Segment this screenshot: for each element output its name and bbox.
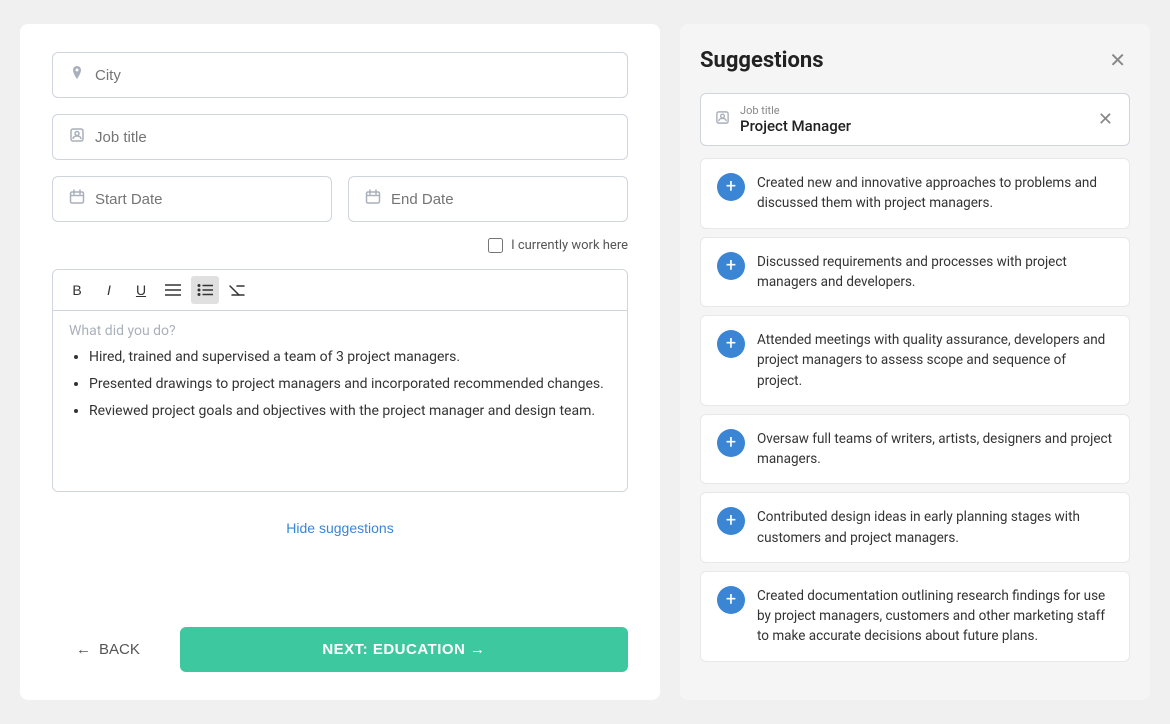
location-icon [69,65,85,85]
suggestion-item-0[interactable]: + Created new and innovative approaches … [700,158,1130,229]
suggestions-header: Suggestions ✕ [700,44,1130,77]
underline-button[interactable]: U [127,276,155,304]
hide-suggestions-button[interactable]: Hide suggestions [52,508,628,548]
bullet-1: Hired, trained and supervised a team of … [89,347,611,368]
end-date-field[interactable] [348,176,628,222]
start-date-field[interactable] [52,176,332,222]
left-panel: I currently work here B I U [20,24,660,700]
clear-format-button[interactable] [223,276,251,304]
currently-work-label: I currently work here [511,238,628,253]
filter-content: Job title Project Manager [740,104,1086,135]
suggestion-text-2: Attended meetings with quality assurance… [757,330,1113,391]
bold-button[interactable]: B [63,276,91,304]
filter-value: Project Manager [740,117,1086,135]
back-label: BACK [99,641,140,658]
back-button[interactable]: ← BACK [52,627,164,672]
suggestion-text-1: Discussed requirements and processes wit… [757,252,1113,293]
close-suggestions-button[interactable]: ✕ [1105,44,1130,77]
start-date-input[interactable] [95,191,315,208]
bullet-3: Reviewed project goals and objectives wi… [89,401,611,422]
suggestions-title: Suggestions [700,48,824,73]
suggestions-list: + Created new and innovative approaches … [700,158,1130,662]
suggestions-filter[interactable]: Job title Project Manager ✕ [700,93,1130,146]
end-date-input[interactable] [391,191,611,208]
filter-clear-button[interactable]: ✕ [1096,107,1115,132]
currently-work-checkbox[interactable] [488,238,503,253]
currently-work-row: I currently work here [52,238,628,253]
next-label: NEXT: EDUCATION [322,641,465,658]
add-icon-5: + [717,586,745,614]
editor-placeholder: What did you do? [69,323,611,339]
list-button[interactable] [191,276,219,304]
suggestion-item-1[interactable]: + Discussed requirements and processes w… [700,237,1130,308]
suggestion-item-5[interactable]: + Created documentation outlining resear… [700,571,1130,662]
next-arrow-icon: → [470,641,486,658]
suggestion-text-3: Oversaw full teams of writers, artists, … [757,429,1113,470]
italic-button[interactable]: I [95,276,123,304]
add-icon-0: + [717,173,745,201]
suggestion-item-2[interactable]: + Attended meetings with quality assuran… [700,315,1130,406]
filter-person-icon [715,110,730,129]
editor-content[interactable]: What did you do? Hired, trained and supe… [53,311,627,491]
suggestion-text-4: Contributed design ideas in early planni… [757,507,1113,548]
date-row [52,176,628,222]
job-title-field[interactable] [52,114,628,160]
add-icon-2: + [717,330,745,358]
calendar-start-icon [69,189,85,209]
city-field[interactable] [52,52,628,98]
bottom-nav: ← BACK NEXT: EDUCATION → [52,619,628,672]
job-title-input[interactable] [95,129,611,146]
suggestions-panel: Suggestions ✕ Job title Project Manager … [680,24,1150,700]
city-input[interactable] [95,67,611,84]
suggestion-text-0: Created new and innovative approaches to… [757,173,1113,214]
bullet-2: Presented drawings to project managers a… [89,374,611,395]
main-container: I currently work here B I U [0,0,1170,724]
add-icon-4: + [717,507,745,535]
suggestion-item-4[interactable]: + Contributed design ideas in early plan… [700,492,1130,563]
suggestion-item-3[interactable]: + Oversaw full teams of writers, artists… [700,414,1130,485]
editor-toolbar: B I U [53,270,627,311]
next-button[interactable]: NEXT: EDUCATION → [180,627,628,672]
suggestion-text-5: Created documentation outlining research… [757,586,1113,647]
calendar-end-icon [365,189,381,209]
back-arrow-icon: ← [76,641,91,658]
editor-bullet-list: Hired, trained and supervised a team of … [69,347,611,422]
add-icon-3: + [717,429,745,457]
person-icon [69,127,85,147]
align-button[interactable] [159,276,187,304]
editor-area: B I U [52,269,628,492]
filter-label: Job title [740,104,1086,117]
add-icon-1: + [717,252,745,280]
